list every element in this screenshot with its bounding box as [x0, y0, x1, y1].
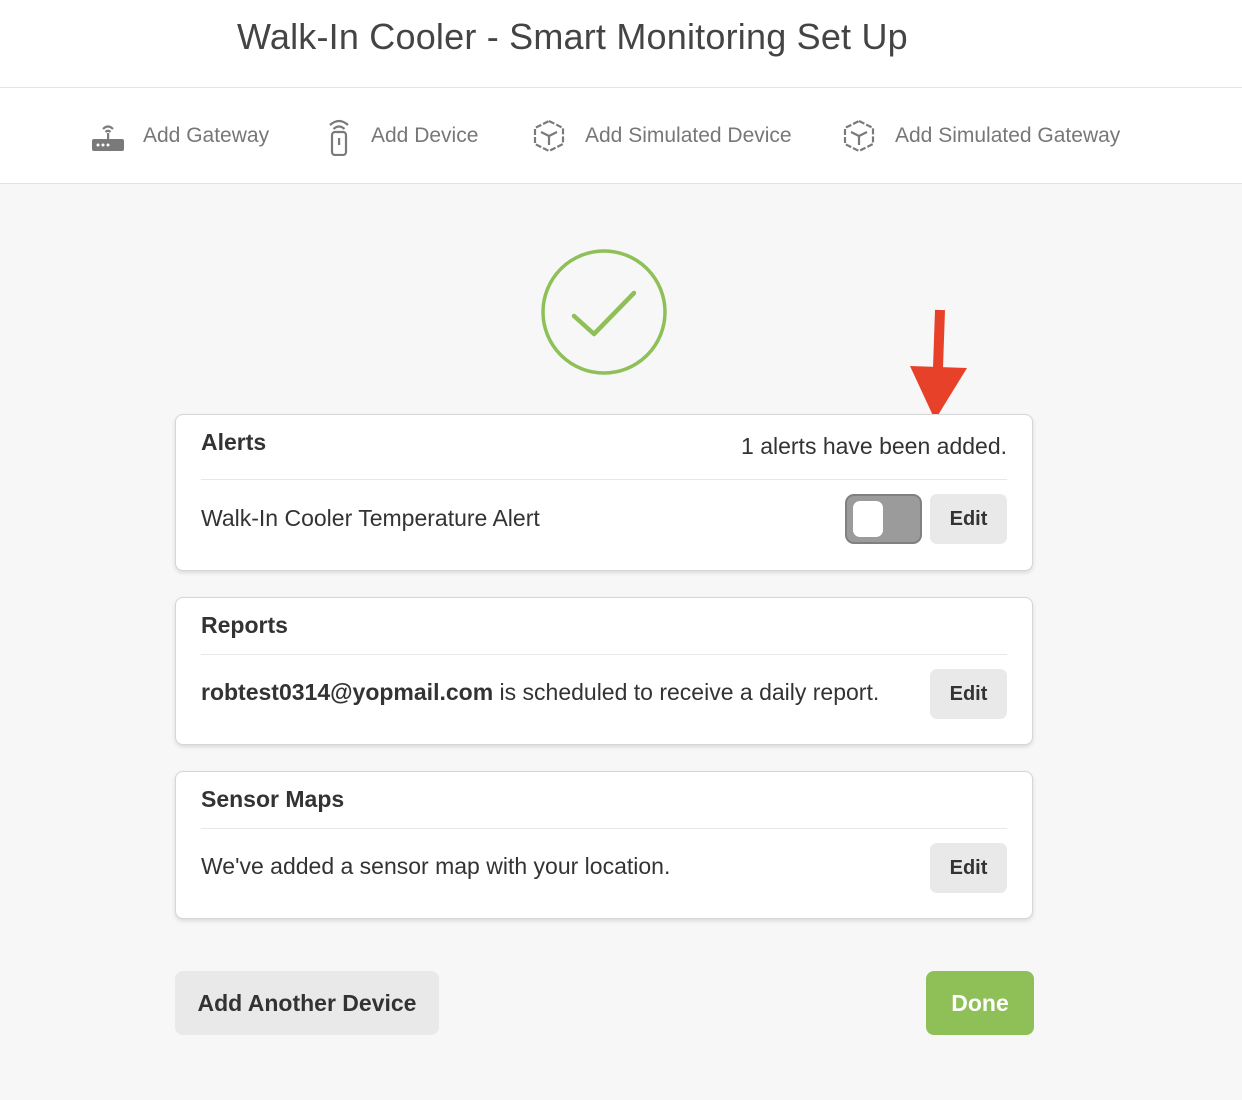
sensor-maps-title: Sensor Maps [201, 786, 345, 812]
alert-item-label: Walk-In Cooler Temperature Alert [201, 505, 540, 531]
add-device-button[interactable]: Add Device [325, 88, 478, 184]
reports-card: Reports robtest0314@yopmail.com is sched… [175, 597, 1033, 745]
report-recipient-email: robtest0314@yopmail.com [201, 679, 494, 705]
page-title: Walk-In Cooler - Smart Monitoring Set Up [237, 16, 908, 57]
alerts-edit-button[interactable]: Edit [930, 494, 1007, 544]
sensor-maps-description: We've added a sensor map with your locat… [201, 853, 671, 879]
reports-card-header: Reports [201, 598, 1007, 655]
toggle-knob [853, 501, 883, 537]
setup-toolbar: Add Gateway Add Device Add Simulated Dev… [0, 88, 1242, 184]
sensor-device-icon [325, 116, 353, 156]
annotation-arrow-icon [905, 308, 971, 422]
add-another-device-button[interactable]: Add Another Device [175, 971, 439, 1035]
reports-schedule-text: is scheduled to receive a daily report. [493, 679, 880, 705]
add-gateway-button[interactable]: Add Gateway [91, 88, 269, 184]
cube-icon [531, 118, 567, 154]
add-simulated-gateway-label: Add Simulated Gateway [895, 124, 1121, 147]
add-gateway-label: Add Gateway [143, 124, 270, 147]
sensor-maps-card-header: Sensor Maps [201, 772, 1007, 829]
add-device-label: Add Device [371, 124, 479, 147]
add-simulated-device-button[interactable]: Add Simulated Device [531, 88, 792, 184]
gateway-router-icon [91, 120, 125, 152]
sensor-maps-edit-button[interactable]: Edit [930, 843, 1007, 893]
reports-title: Reports [201, 612, 288, 638]
alerts-card-header: Alerts 1 alerts have been added. [201, 415, 1007, 480]
checkmark-circle-icon [540, 248, 668, 376]
add-simulated-gateway-button[interactable]: Add Simulated Gateway [841, 88, 1120, 184]
alerts-card: Alerts 1 alerts have been added. Walk-In… [175, 414, 1033, 571]
done-button[interactable]: Done [926, 971, 1034, 1035]
add-simulated-device-label: Add Simulated Device [585, 124, 792, 147]
reports-edit-button[interactable]: Edit [930, 669, 1007, 719]
cube-icon [841, 118, 877, 154]
alerts-count-note: 1 alerts have been added. [741, 433, 1007, 459]
reports-description: robtest0314@yopmail.com is scheduled to … [201, 679, 879, 706]
page-header: Walk-In Cooler - Smart Monitoring Set Up [0, 0, 1242, 88]
sensor-maps-card: Sensor Maps We've added a sensor map wit… [175, 771, 1033, 919]
alert-enable-toggle[interactable] [845, 494, 922, 544]
alerts-title: Alerts [201, 429, 267, 455]
